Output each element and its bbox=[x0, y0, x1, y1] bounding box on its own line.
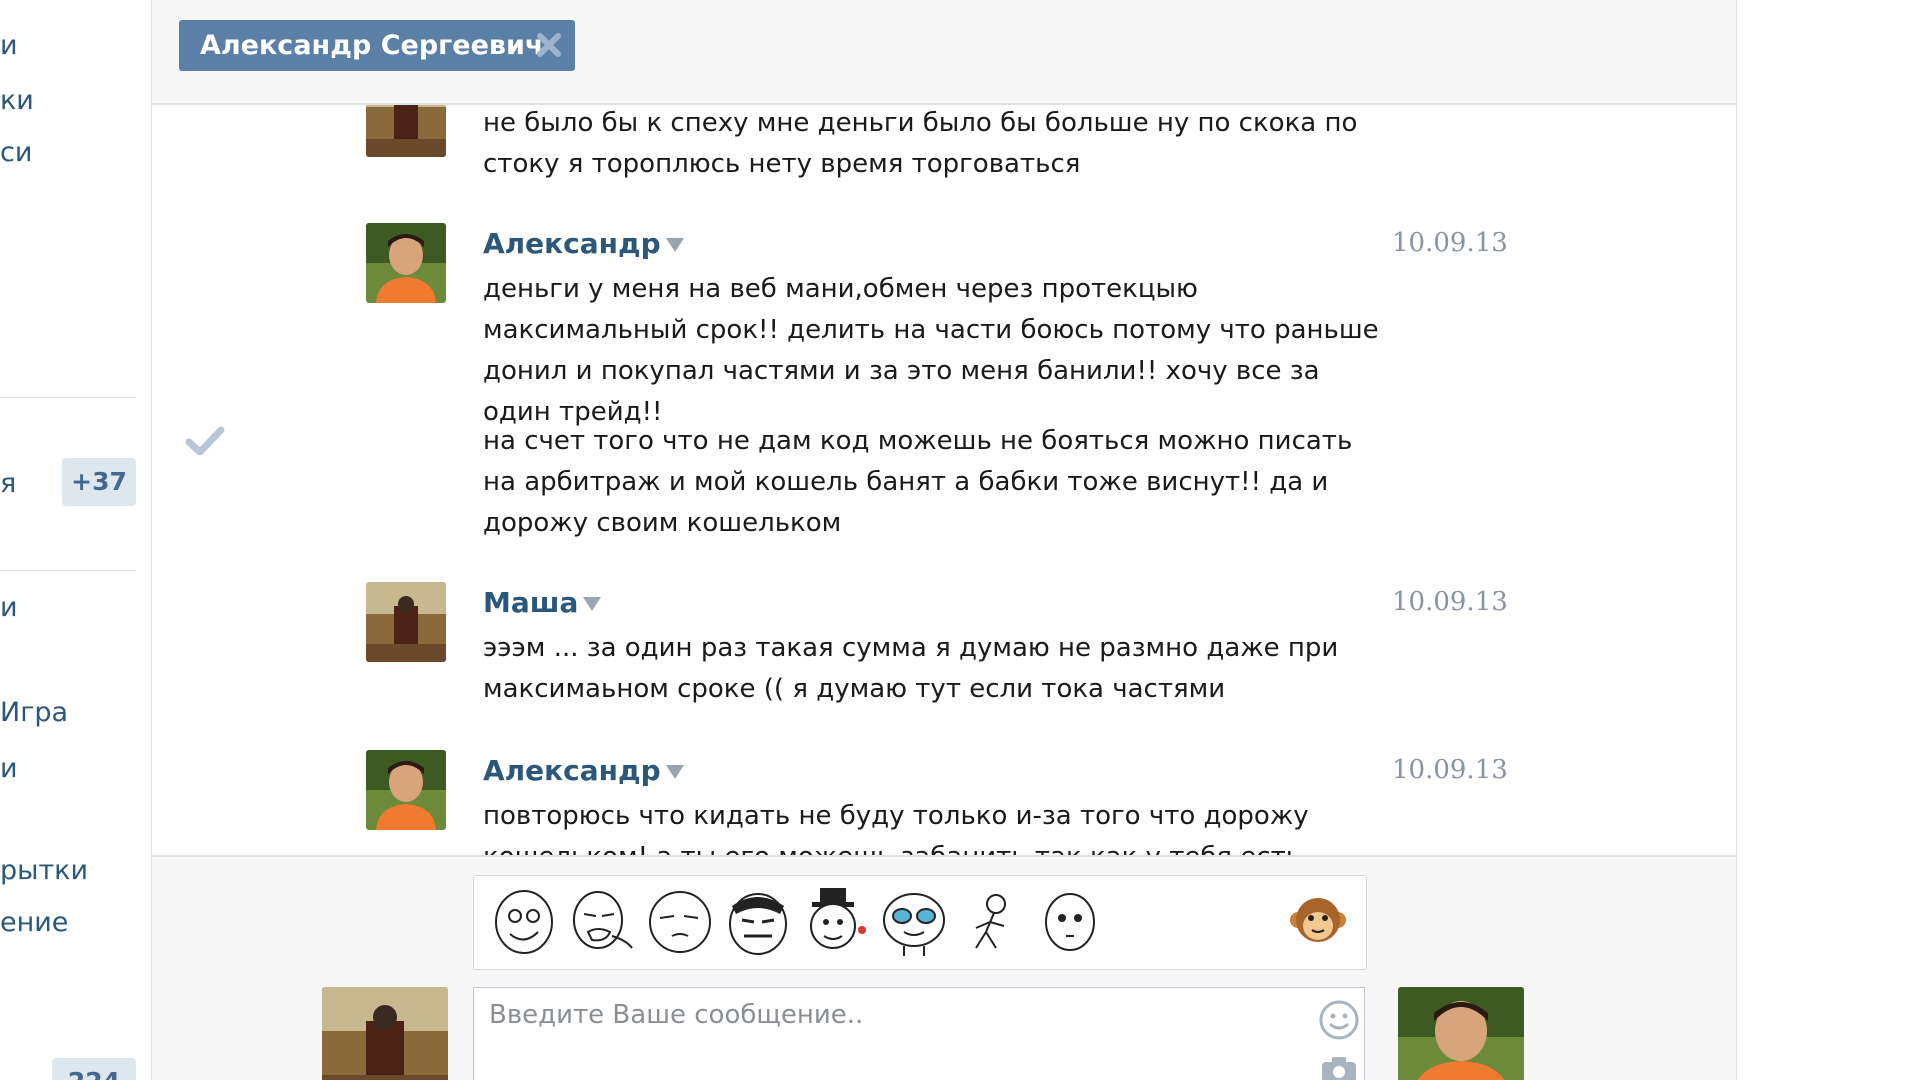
message-date: 10.09.13 bbox=[1392, 755, 1508, 785]
page: и ки си я +37 и Игра и рытки ение 224 Ал… bbox=[0, 0, 1920, 1080]
nav-divider bbox=[0, 397, 136, 398]
dialog-tab[interactable]: Александр Сергеевич bbox=[179, 20, 575, 71]
nav-item-6[interactable]: Игра bbox=[0, 697, 68, 729]
caret-down-icon[interactable] bbox=[665, 238, 684, 252]
message-text: деньги у меня на веб мани,обмен через пр… bbox=[483, 274, 1379, 427]
sticker-icon[interactable] bbox=[800, 886, 872, 958]
nav-counter-badge-2[interactable]: 224 bbox=[52, 1058, 136, 1080]
composer bbox=[152, 855, 1736, 1080]
sticker-icon[interactable] bbox=[956, 886, 1028, 958]
nav-item-4[interactable]: я bbox=[0, 468, 16, 500]
smile-icon[interactable] bbox=[1318, 999, 1360, 1041]
sticker-bar bbox=[473, 875, 1367, 970]
dialog-tab-title: Александр Сергеевич bbox=[200, 30, 544, 61]
nav-counter-badge[interactable]: +37 bbox=[62, 458, 136, 506]
caret-down-icon[interactable] bbox=[665, 765, 684, 779]
dialog-panel: Александр Сергеевич не было бы к спеху м… bbox=[151, 0, 1737, 1080]
message-author[interactable]: Маша bbox=[483, 586, 602, 620]
dialog-header: Александр Сергеевич bbox=[152, 0, 1736, 105]
check-icon bbox=[185, 426, 225, 456]
nav-item-3[interactable]: си bbox=[0, 137, 32, 169]
avatar-peer[interactable] bbox=[1398, 987, 1524, 1080]
nav-item-5[interactable]: и bbox=[0, 592, 18, 624]
message-author[interactable]: Александр bbox=[483, 754, 684, 788]
message-text: эээм ... за один раз такая сумма я думаю… bbox=[483, 633, 1339, 704]
sticker-icon[interactable] bbox=[566, 886, 638, 958]
nav-item-1[interactable]: и bbox=[0, 30, 18, 62]
message-author[interactable]: Александр bbox=[483, 227, 684, 261]
sticker-icon[interactable] bbox=[488, 886, 560, 958]
message-list[interactable]: не было бы к спеху мне деньги было бы бо… bbox=[152, 105, 1736, 855]
avatar-masha[interactable] bbox=[366, 105, 446, 157]
message-text: повторюсь что кидать не буду только и-за… bbox=[483, 801, 1309, 855]
avatar-alexander[interactable] bbox=[366, 750, 446, 830]
message-input[interactable] bbox=[473, 987, 1365, 1080]
close-icon[interactable] bbox=[535, 31, 563, 59]
message-text: на счет того что не дам код можешь не бо… bbox=[483, 426, 1353, 538]
sticker-icon[interactable] bbox=[1034, 886, 1106, 958]
avatar-alexander[interactable] bbox=[366, 223, 446, 303]
caret-down-icon[interactable] bbox=[583, 597, 602, 611]
nav-divider bbox=[0, 570, 136, 571]
avatar-masha[interactable] bbox=[366, 582, 446, 662]
sticker-icon[interactable] bbox=[722, 886, 794, 958]
message-text: не было бы к спеху мне деньги было бы бо… bbox=[483, 108, 1358, 179]
nav-item-2[interactable]: ки bbox=[0, 85, 34, 117]
nav-item-8[interactable]: рытки bbox=[0, 855, 88, 887]
monkey-icon[interactable] bbox=[1290, 896, 1346, 948]
nav-item-7[interactable]: и bbox=[0, 753, 18, 785]
avatar-self[interactable] bbox=[322, 987, 448, 1080]
nav-item-9[interactable]: ение bbox=[0, 907, 68, 939]
sticker-icon[interactable] bbox=[878, 886, 950, 958]
message-date: 10.09.13 bbox=[1392, 587, 1508, 617]
camera-icon[interactable] bbox=[1320, 1055, 1358, 1080]
left-nav: и ки си я +37 и Игра и рытки ение 224 bbox=[0, 0, 138, 1080]
sticker-icon[interactable] bbox=[644, 886, 716, 958]
message-date: 10.09.13 bbox=[1392, 228, 1508, 258]
